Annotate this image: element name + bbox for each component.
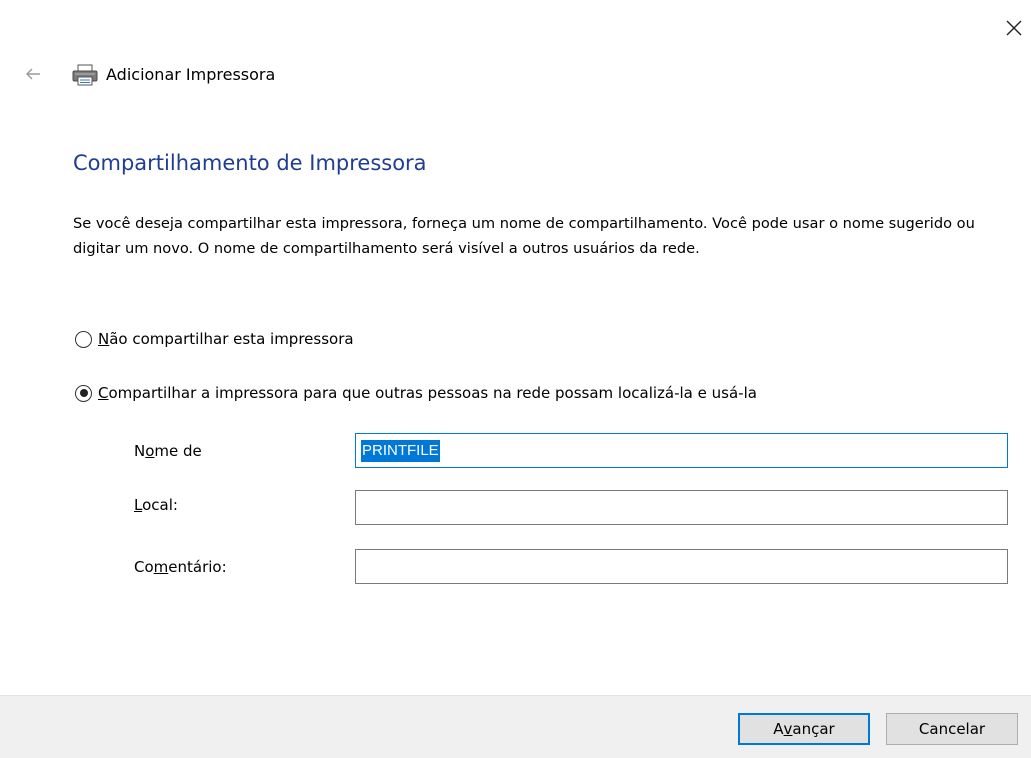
close-icon — [1006, 20, 1022, 36]
window-title: Adicionar Impressora — [106, 65, 276, 84]
radio-button-checked[interactable] — [75, 384, 92, 402]
comment-input[interactable] — [355, 549, 1008, 584]
share-name-label: Nome de — [134, 442, 202, 460]
radio-no-share[interactable]: Não compartilhar esta impressora — [75, 330, 354, 348]
share-name-value: PRINTFILE — [361, 439, 440, 462]
close-button[interactable] — [1003, 17, 1025, 39]
share-name-input[interactable]: PRINTFILE — [355, 433, 1008, 468]
back-button[interactable] — [24, 66, 42, 82]
next-button[interactable]: Av ançar — [738, 713, 870, 745]
printer-icon — [70, 63, 100, 87]
comment-label: Comentário: — [134, 558, 227, 576]
radio-share-label: Compartilhar a impressora para que outra… — [98, 384, 757, 402]
back-arrow-icon — [26, 68, 40, 80]
radio-button-unchecked[interactable] — [75, 330, 92, 348]
description-text: Se você deseja compartilhar esta impress… — [73, 215, 975, 257]
footer-bar: Av ançar Cancelar — [0, 695, 1031, 758]
location-label: Local: — [134, 496, 178, 514]
page-heading: Compartilhamento de Impressora — [73, 151, 427, 175]
radio-no-share-label: Não compartilhar esta impressora — [98, 330, 354, 348]
radio-share[interactable]: Compartilhar a impressora para que outra… — [75, 384, 757, 402]
location-input[interactable] — [355, 490, 1008, 525]
cancel-button[interactable]: Cancelar — [886, 713, 1018, 745]
